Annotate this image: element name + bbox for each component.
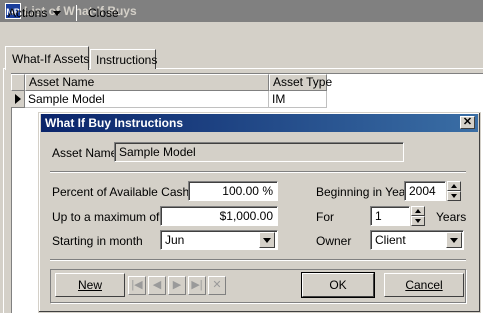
spin-up-icon xyxy=(451,184,457,188)
spin-down-icon xyxy=(415,219,421,223)
divider xyxy=(50,259,466,261)
spin-down-icon xyxy=(451,194,457,198)
start-month-value: Jun xyxy=(165,233,185,247)
spin-up-icon xyxy=(415,209,421,213)
begin-year-spin-down[interactable] xyxy=(447,191,461,201)
begin-year-label: Beginning in Year xyxy=(316,185,410,199)
asset-name-field: Sample Model xyxy=(114,142,404,162)
chevron-down-icon xyxy=(450,238,458,243)
current-row-icon xyxy=(15,94,21,104)
column-header-asset-name[interactable]: Asset Name xyxy=(25,74,269,91)
column-header-asset-type[interactable]: Asset Type xyxy=(269,74,332,91)
owner-label: Owner xyxy=(316,234,352,248)
first-record-button[interactable]: |◀ xyxy=(128,276,146,295)
chevron-down-icon xyxy=(263,238,271,243)
close-menu[interactable]: Close xyxy=(88,6,119,20)
next-record-button[interactable]: ▶ xyxy=(168,276,186,295)
new-button[interactable]: New xyxy=(55,273,125,297)
tab-label: Instructions xyxy=(96,53,158,67)
ok-button[interactable]: OK xyxy=(301,272,375,298)
start-month-label: Starting in month xyxy=(52,234,143,248)
menubar xyxy=(0,22,483,46)
percent-label: Percent of Available Cash xyxy=(52,185,190,199)
menu-separator xyxy=(75,5,77,21)
last-record-button[interactable]: ▶| xyxy=(188,276,206,295)
cancel-button-label: Cancel xyxy=(405,278,443,292)
previous-record-button[interactable]: ◀ xyxy=(148,276,166,295)
begin-year-field[interactable]: 2004 xyxy=(404,181,446,201)
delete-record-button[interactable]: ✕ xyxy=(208,276,226,295)
owner-value: Client xyxy=(375,233,406,247)
percent-field[interactable]: 100.00 % xyxy=(188,181,278,201)
chevron-down-icon xyxy=(53,11,62,17)
begin-year-spin-up[interactable] xyxy=(447,181,461,191)
cancel-button[interactable]: Cancel xyxy=(384,273,464,297)
row-indicator xyxy=(11,91,25,108)
dialog-close-button[interactable]: ✕ xyxy=(460,116,475,129)
actions-menu[interactable]: Actions xyxy=(8,6,62,20)
max-amount-field[interactable]: $1,000.00 xyxy=(160,206,278,226)
ok-button-label: OK xyxy=(329,278,347,292)
owner-dropdown-button[interactable] xyxy=(446,232,462,248)
actions-menu-label: Actions xyxy=(8,6,48,20)
for-label: For xyxy=(316,210,334,224)
years-label: Years xyxy=(436,210,467,224)
tab-instructions[interactable]: Instructions xyxy=(90,49,158,69)
years-spin-down[interactable] xyxy=(411,216,425,226)
tab-what-if-assets[interactable]: What-If Assets xyxy=(5,46,89,70)
years-field[interactable]: 1 xyxy=(370,206,410,226)
tab-label: What-If Assets xyxy=(12,52,90,66)
years-spin-up[interactable] xyxy=(411,206,425,216)
start-month-dropdown-button[interactable] xyxy=(259,232,275,248)
max-label: Up to a maximum of xyxy=(52,210,160,224)
table-cell-asset-name[interactable]: Sample Model xyxy=(25,91,269,108)
grid-corner xyxy=(11,74,25,91)
new-button-label: New xyxy=(77,278,102,292)
dialog-title: What If Buy Instructions xyxy=(45,116,183,130)
divider xyxy=(50,171,466,173)
table-cell-asset-type[interactable]: IM xyxy=(269,91,327,108)
asset-name-label: Asset Name xyxy=(52,146,118,160)
close-icon: ✕ xyxy=(462,116,473,128)
